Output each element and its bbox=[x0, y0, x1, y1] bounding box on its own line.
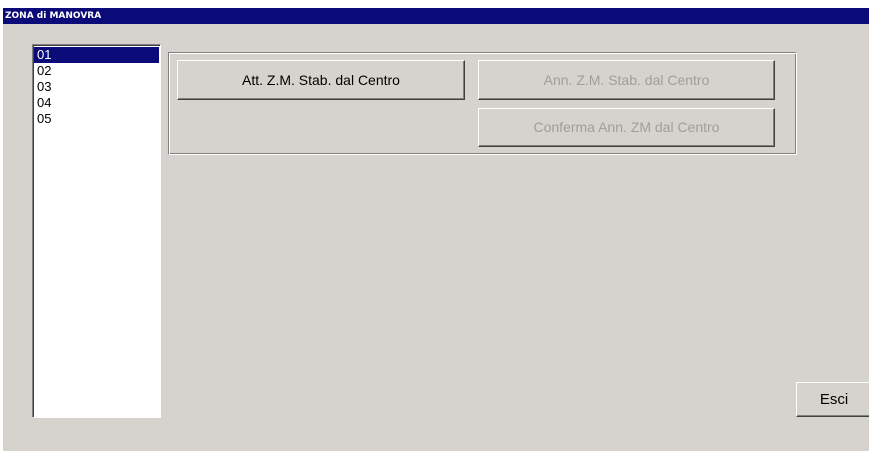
list-item[interactable]: 01 bbox=[34, 47, 159, 63]
list-item[interactable]: 05 bbox=[34, 111, 159, 127]
list-item[interactable]: 04 bbox=[34, 95, 159, 111]
application-window: ZONA di MANOVRA 01 02 03 04 05 Att. Z.M.… bbox=[0, 0, 869, 451]
activate-zm-button[interactable]: Att. Z.M. Stab. dal Centro bbox=[177, 60, 465, 100]
exit-button[interactable]: Esci bbox=[796, 382, 869, 417]
exit-button-label: Esci bbox=[819, 391, 849, 408]
list-item[interactable]: 02 bbox=[34, 63, 159, 79]
list-item[interactable]: 03 bbox=[34, 79, 159, 95]
annul-zm-button[interactable]: Ann. Z.M. Stab. dal Centro bbox=[478, 60, 775, 100]
activate-zm-button-label: Att. Z.M. Stab. dal Centro bbox=[242, 72, 400, 88]
confirm-annul-zm-button-label: Conferma Ann. ZM dal Centro bbox=[533, 119, 720, 135]
window-title: ZONA di MANOVRA bbox=[3, 8, 869, 24]
zone-listbox[interactable]: 01 02 03 04 05 bbox=[32, 44, 161, 418]
annul-zm-button-label: Ann. Z.M. Stab. dal Centro bbox=[543, 72, 710, 88]
window-client-area: 01 02 03 04 05 Att. Z.M. Stab. dal Centr… bbox=[3, 24, 869, 451]
confirm-annul-zm-button[interactable]: Conferma Ann. ZM dal Centro bbox=[478, 108, 775, 147]
